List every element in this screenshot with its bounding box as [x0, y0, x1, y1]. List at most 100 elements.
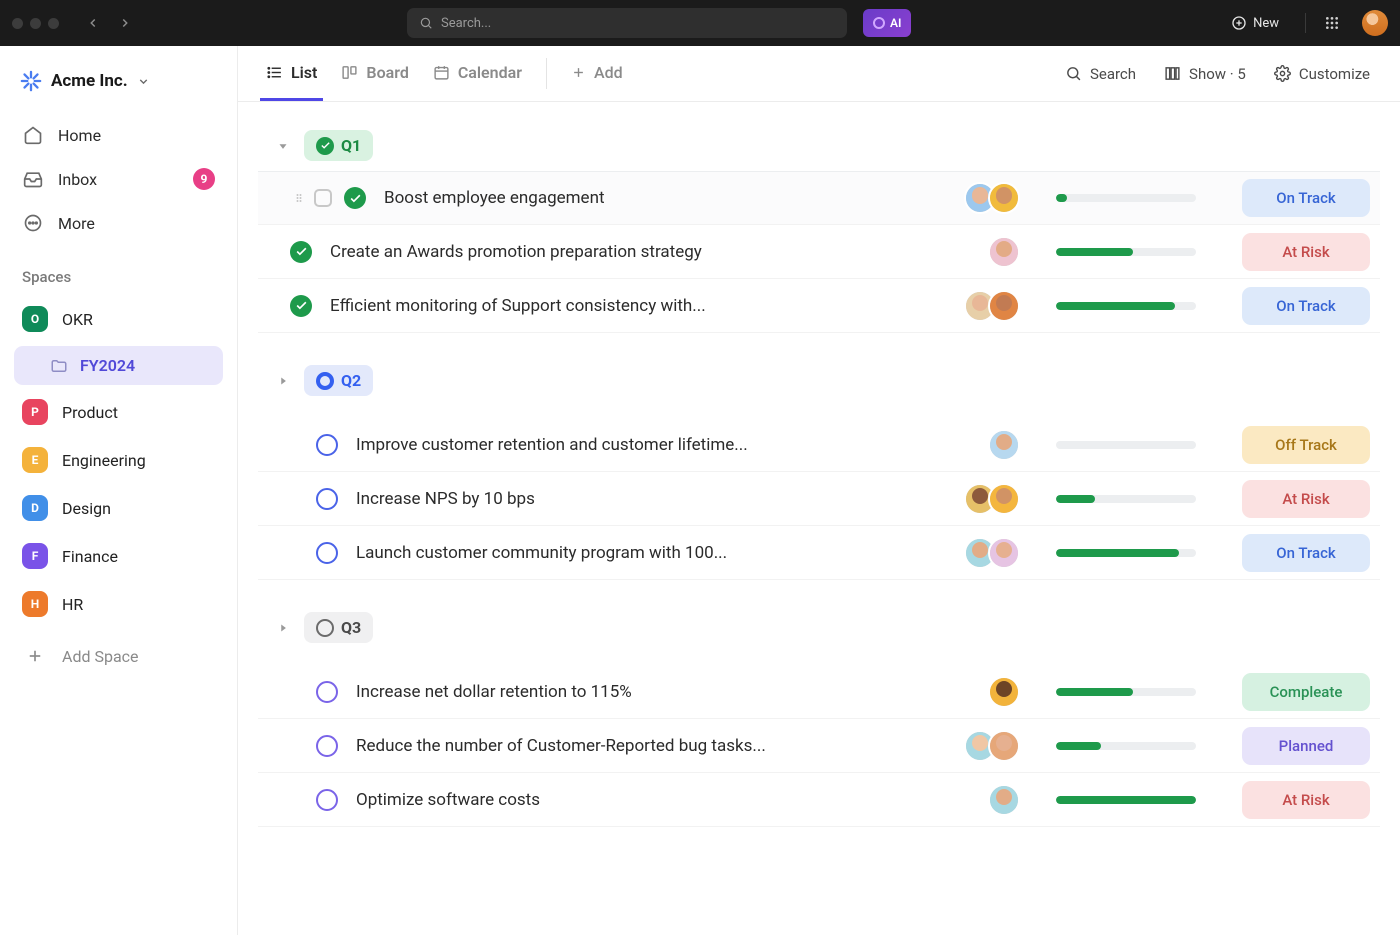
avatar[interactable] — [988, 236, 1020, 268]
group-header[interactable]: Q2 — [258, 355, 1380, 406]
task-row[interactable]: Reduce the number of Customer-Reported b… — [258, 719, 1380, 773]
chevron-right-icon[interactable] — [274, 372, 292, 390]
close-light[interactable] — [12, 18, 23, 29]
task-row[interactable]: Optimize software costs At Risk — [258, 773, 1380, 827]
group-pill[interactable]: Q3 — [304, 612, 373, 643]
assignee-group[interactable] — [964, 483, 1020, 515]
space-item-hr[interactable]: H HR — [10, 581, 227, 627]
assignee-group[interactable] — [964, 730, 1020, 762]
assignee-group[interactable] — [964, 182, 1020, 214]
group-header[interactable]: Q3 — [258, 602, 1380, 653]
status-tag[interactable]: At Risk — [1242, 480, 1370, 518]
profile-avatar[interactable] — [1362, 10, 1388, 36]
space-item-engineering[interactable]: E Engineering — [10, 437, 227, 483]
task-row[interactable]: Boost employee engagement On Track — [258, 171, 1380, 225]
zoom-light[interactable] — [48, 18, 59, 29]
status-done-icon[interactable] — [290, 241, 312, 263]
assignee-group[interactable] — [988, 784, 1020, 816]
add-view-button[interactable]: Add — [565, 46, 629, 101]
space-item-design[interactable]: D Design — [10, 485, 227, 531]
task-checkbox[interactable] — [314, 189, 332, 207]
task-title[interactable]: Reduce the number of Customer-Reported b… — [356, 736, 964, 756]
add-space-button[interactable]: Add Space — [10, 633, 227, 679]
status-tag[interactable]: Planned — [1242, 727, 1370, 765]
avatar[interactable] — [988, 290, 1020, 322]
status-tag[interactable]: On Track — [1242, 179, 1370, 217]
space-badge: P — [22, 399, 48, 425]
folder-fy2024[interactable]: FY2024 — [14, 346, 223, 385]
assignee-group[interactable] — [988, 429, 1020, 461]
chevron-down-icon[interactable] — [274, 137, 292, 155]
list-area[interactable]: Q1 Boost employee engagement On Track Creat… — [238, 102, 1400, 935]
task-row[interactable]: Improve customer retention and customer … — [258, 418, 1380, 472]
status-circle-icon[interactable] — [316, 542, 338, 564]
status-circle-icon[interactable] — [316, 434, 338, 456]
avatar[interactable] — [988, 676, 1020, 708]
status-tag[interactable]: Off Track — [1242, 426, 1370, 464]
avatar[interactable] — [988, 730, 1020, 762]
task-title[interactable]: Launch customer community program with 1… — [356, 543, 964, 563]
status-done-icon[interactable] — [344, 187, 366, 209]
status-circle-icon[interactable] — [316, 789, 338, 811]
task-title[interactable]: Boost employee engagement — [384, 188, 964, 208]
status-done-icon[interactable] — [290, 295, 312, 317]
group-pill[interactable]: Q1 — [304, 130, 373, 161]
status-tag[interactable]: Compleate — [1242, 673, 1370, 711]
avatar[interactable] — [988, 182, 1020, 214]
avatar[interactable] — [988, 784, 1020, 816]
task-row[interactable]: Increase NPS by 10 bps At Risk — [258, 472, 1380, 526]
space-item-okr[interactable]: O OKR — [10, 296, 227, 342]
assignee-group[interactable] — [988, 236, 1020, 268]
task-title[interactable]: Efficient monitoring of Support consiste… — [330, 296, 964, 316]
group-pill[interactable]: Q2 — [304, 365, 373, 396]
nav-forward[interactable] — [111, 9, 139, 37]
task-row[interactable]: Efficient monitoring of Support consiste… — [258, 279, 1380, 333]
task-row[interactable]: Create an Awards promotion preparation s… — [258, 225, 1380, 279]
ai-button[interactable]: AI — [863, 9, 911, 37]
chevron-right-icon[interactable] — [274, 619, 292, 637]
status-circle-icon[interactable] — [316, 735, 338, 757]
workspace-switcher[interactable]: Acme Inc. — [10, 58, 227, 112]
space-item-finance[interactable]: F Finance — [10, 533, 227, 579]
minimize-light[interactable] — [30, 18, 41, 29]
spaces-heading: Spaces — [10, 246, 227, 294]
sidebar-item-inbox[interactable]: Inbox 9 — [10, 158, 227, 200]
space-item-product[interactable]: P Product — [10, 389, 227, 435]
assignee-group[interactable] — [988, 676, 1020, 708]
app-grid-icon[interactable] — [1324, 15, 1340, 31]
task-row[interactable]: Launch customer community program with 1… — [258, 526, 1380, 580]
task-row[interactable]: Increase net dollar retention to 115% Com… — [258, 665, 1380, 719]
status-tag[interactable]: On Track — [1242, 534, 1370, 572]
customize-button[interactable]: Customize — [1266, 46, 1378, 101]
task-title[interactable]: Increase net dollar retention to 115% — [356, 682, 988, 702]
status-circle-icon[interactable] — [316, 681, 338, 703]
view-search-button[interactable]: Search — [1057, 46, 1144, 101]
sidebar-item-more[interactable]: More — [10, 202, 227, 244]
drag-handle-icon[interactable] — [290, 190, 308, 206]
status-tag[interactable]: On Track — [1242, 287, 1370, 325]
status-tag[interactable]: At Risk — [1242, 781, 1370, 819]
avatar[interactable] — [988, 483, 1020, 515]
assignee-group[interactable] — [964, 537, 1020, 569]
task-title[interactable]: Create an Awards promotion preparation s… — [330, 242, 988, 262]
avatar[interactable] — [988, 537, 1020, 569]
avatar[interactable] — [988, 429, 1020, 461]
group-header[interactable]: Q1 — [258, 120, 1380, 171]
sidebar-item-home[interactable]: Home — [10, 114, 227, 156]
status-tag[interactable]: At Risk — [1242, 233, 1370, 271]
task-title[interactable]: Improve customer retention and customer … — [356, 435, 988, 455]
view-tab-list[interactable]: List — [260, 46, 323, 101]
show-columns-button[interactable]: Show · 5 — [1156, 46, 1254, 101]
global-search-input[interactable]: Search... — [407, 8, 847, 38]
assignee-group[interactable] — [964, 290, 1020, 322]
group-name-label: Q3 — [341, 618, 361, 637]
view-tab-board[interactable]: Board — [335, 46, 414, 101]
status-circle-icon[interactable] — [316, 488, 338, 510]
view-tab-calendar[interactable]: Calendar — [427, 46, 528, 101]
check-circle-icon — [316, 137, 334, 155]
nav-back[interactable] — [79, 9, 107, 37]
new-button[interactable]: New — [1223, 15, 1287, 31]
task-title[interactable]: Increase NPS by 10 bps — [356, 489, 964, 509]
task-title[interactable]: Optimize software costs — [356, 790, 988, 810]
inbox-badge-count: 9 — [193, 168, 215, 190]
